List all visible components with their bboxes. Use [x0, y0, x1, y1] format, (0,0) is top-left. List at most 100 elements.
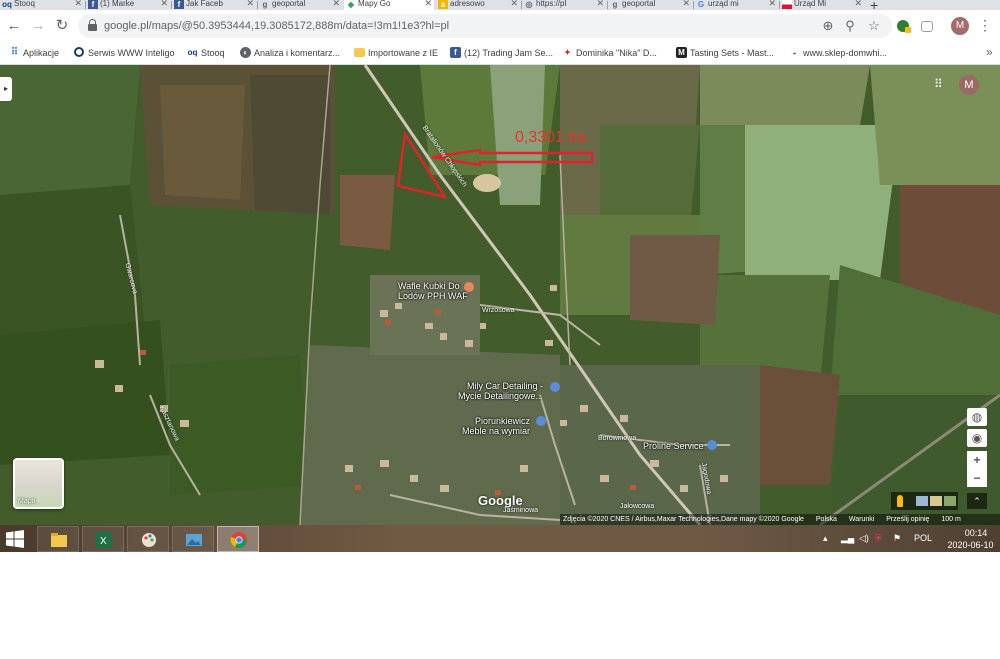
tab-title: (1) Marke — [100, 0, 135, 8]
system-tray: ▴ ▂▄ ◁) ⛨ ⚑ POL 00:14 2020-06-10 — [815, 525, 1000, 552]
paint-icon — [142, 533, 156, 547]
poland-flag-icon — [782, 0, 792, 9]
bookmark-dominika[interactable]: ✦ Dominika "Nika" D... — [562, 46, 657, 60]
close-tab-icon[interactable]: ✕ — [768, 0, 776, 8]
place-name-line: Mily Car Detailing - — [467, 381, 544, 391]
place-mily-car-detailing[interactable]: Mily Car Detailing - Mycie Detailingowe.… — [458, 381, 543, 401]
forward-arrow-icon[interactable]: → — [30, 18, 46, 34]
network-signal-icon[interactable]: ▂▄ — [841, 533, 854, 544]
photos-icon — [186, 534, 202, 546]
taskbar-paint[interactable] — [127, 526, 169, 552]
tab-stooq[interactable]: oq Stooq ✕ — [0, 0, 84, 10]
clock-date[interactable]: 2020-06-10 — [943, 540, 998, 550]
close-tab-icon[interactable]: ✕ — [854, 0, 862, 8]
location-target-icon[interactable]: ⊕ — [820, 18, 836, 34]
globe-view-icon[interactable]: ◍ — [967, 408, 987, 426]
zoom-out-button[interactable]: − — [967, 469, 987, 487]
language-indicator[interactable]: POL — [914, 533, 932, 543]
volume-icon[interactable]: ◁) — [859, 533, 869, 544]
clock-time[interactable]: 00:14 — [954, 528, 998, 538]
globe-icon: ◎ — [525, 0, 533, 9]
bookmark-star-icon[interactable]: ☆ — [866, 18, 882, 34]
tab-jak-facebook[interactable]: f Jak Faceb ✕ — [172, 0, 256, 10]
close-tab-icon[interactable]: ✕ — [510, 0, 518, 8]
scale-label[interactable]: 100 m — [941, 516, 960, 523]
place-proline-service[interactable]: Proline Service — [643, 441, 704, 451]
bookmark-importowane[interactable]: Importowane z IE — [354, 46, 438, 60]
place-piorunkiewicz[interactable]: Piorunkiewicz Meble na wymiar — [462, 416, 530, 436]
street-view-bar — [891, 492, 958, 510]
tab-title: Stooq — [14, 0, 35, 8]
taskbar-photos[interactable] — [172, 526, 214, 552]
taskbar-chrome[interactable] — [217, 526, 259, 552]
address-bar[interactable]: google.pl/maps/@50.3953444,19.3085172,88… — [78, 14, 892, 38]
place-wafle-kubki[interactable]: Wafle Kubki Do Lodów PPH WAF — [398, 281, 468, 301]
bookmark-sklep[interactable]: ◒ www.sklep-domwhi... — [789, 46, 887, 60]
collapse-imagery-icon[interactable]: ⌃ — [967, 493, 987, 509]
feedback-link[interactable]: Prześlij opinię — [886, 516, 929, 523]
terms-link[interactable]: Warunki — [849, 516, 874, 523]
m-logo-icon: M — [676, 47, 687, 58]
browser-menu-icon[interactable]: ⋮ — [978, 17, 992, 34]
tab-https-pl[interactable]: ◎ https://pl ✕ — [522, 0, 606, 10]
taskbar-file-explorer[interactable] — [37, 526, 79, 552]
url-text[interactable]: google.pl/maps/@50.3953444,19.3085172,88… — [104, 19, 449, 33]
imagery-thumb[interactable] — [930, 496, 942, 506]
lock-icon[interactable] — [88, 19, 97, 31]
windows-start-icon[interactable] — [6, 530, 24, 548]
tab-adresowo[interactable]: a adresowo ✕ — [436, 0, 520, 10]
reload-icon[interactable]: ↻ — [54, 18, 70, 34]
map-layer-toggle[interactable]: Mapa — [13, 458, 64, 509]
stooq-icon: oq — [2, 0, 12, 9]
extension-page-icon[interactable] — [921, 21, 933, 32]
close-tab-icon[interactable]: ✕ — [682, 0, 690, 8]
area-annotation: 0,3301 ha — [515, 129, 587, 146]
place-name-line: Mycie Detailingowe... — [458, 391, 544, 401]
close-tab-icon[interactable]: ✕ — [74, 0, 82, 8]
tab-urzad-miasta[interactable]: Urząd Mi ✕ — [780, 0, 864, 10]
satellite-map[interactable]: ▸ ⠿ M 0,3301 ha Wafle Kubki Do Lodów PPH… — [0, 65, 1000, 525]
bookmark-tasting-sets[interactable]: M Tasting Sets - Mast... — [676, 46, 774, 60]
back-arrow-icon[interactable]: ← — [6, 18, 22, 34]
google-apps-icon[interactable]: ⠿ — [934, 77, 948, 91]
new-tab-button[interactable]: + — [870, 0, 878, 10]
close-tab-icon[interactable]: ✕ — [332, 0, 340, 8]
tab-title: Jak Faceb — [186, 0, 223, 8]
bookmark-stooq[interactable]: oq Stooq — [187, 46, 225, 60]
profile-avatar[interactable]: M — [951, 17, 969, 35]
bookmark-inteligo[interactable]: Serwis WWW Inteligo — [74, 46, 175, 60]
tab-geoportal-2[interactable]: g geoportal ✕ — [608, 0, 692, 10]
tab-urzad-search[interactable]: G urząd mi ✕ — [694, 0, 778, 10]
imagery-thumb[interactable] — [944, 496, 956, 506]
security-shield-icon[interactable]: ⛨ — [875, 533, 882, 544]
tab-mapy-google[interactable]: ◆ Mapy Go ✕ — [344, 0, 434, 10]
facebook-icon: f — [450, 47, 461, 58]
bookmark-label: Serwis WWW Inteligo — [88, 48, 175, 58]
my-location-icon[interactable]: ◉ — [967, 429, 987, 447]
bookmark-analiza[interactable]: ◐ Analiza i komentarz... — [240, 46, 340, 60]
flag-icon[interactable]: ⚑ — [893, 533, 901, 544]
close-tab-icon[interactable]: ✕ — [424, 0, 432, 8]
collapse-side-panel-button[interactable]: ▸ — [0, 77, 12, 101]
map-account-avatar[interactable]: M — [959, 75, 979, 95]
imagery-thumb[interactable] — [916, 496, 928, 506]
tab-title: geoportal — [622, 0, 656, 8]
zoom-icon[interactable]: ⚲ — [842, 18, 858, 34]
facebook-icon: f — [88, 0, 98, 9]
google-g-icon: G — [697, 0, 705, 9]
tray-overflow-icon[interactable]: ▴ — [823, 533, 828, 544]
bookmark-aplikacje[interactable]: ⠿ Aplikacje — [9, 46, 59, 60]
country-link[interactable]: Polska — [816, 516, 837, 523]
close-tab-icon[interactable]: ✕ — [160, 0, 168, 8]
pegman-icon[interactable] — [897, 495, 903, 507]
close-tab-icon[interactable]: ✕ — [596, 0, 604, 8]
tab-geoportal[interactable]: g geoportal ✕ — [258, 0, 342, 10]
bookmark-label: Dominika "Nika" D... — [576, 48, 657, 58]
zoom-in-button[interactable]: + — [967, 451, 987, 469]
tab-marke[interactable]: f (1) Marke ✕ — [86, 0, 170, 10]
close-tab-icon[interactable]: ✕ — [246, 0, 254, 8]
bookmarks-bar: ⠿ Aplikacje Serwis WWW Inteligo oq Stooq… — [0, 42, 1000, 65]
taskbar-excel[interactable]: X — [82, 526, 124, 552]
bookmarks-overflow-icon[interactable]: » — [986, 45, 993, 59]
bookmark-trading-jam[interactable]: f (12) Trading Jam Se... — [450, 46, 553, 60]
